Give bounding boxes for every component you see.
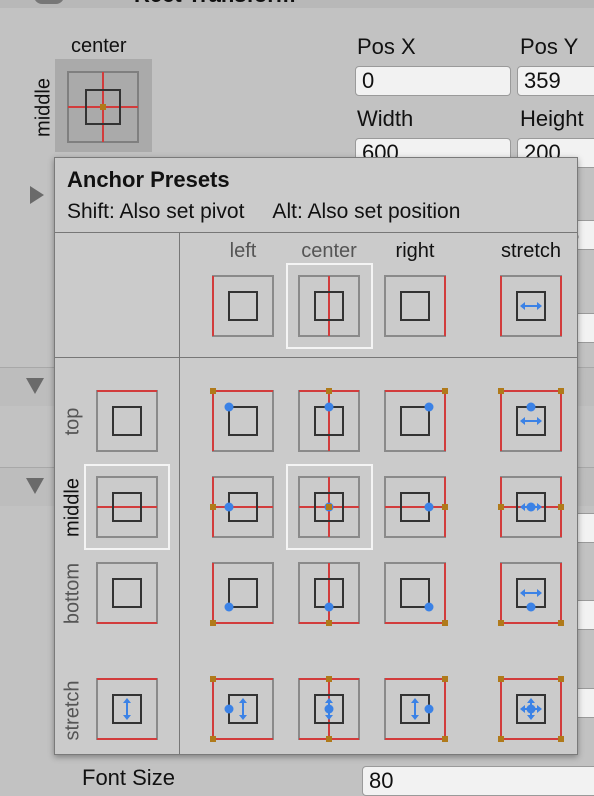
component-title: Rect Transform xyxy=(134,0,295,8)
pos-y-field[interactable]: 359 xyxy=(517,66,594,96)
preset-h-left[interactable] xyxy=(212,275,274,337)
preset-v-middle[interactable] xyxy=(96,476,158,538)
preset-bottom-stretch[interactable] xyxy=(498,562,564,626)
preset-middle-right[interactable] xyxy=(384,476,448,538)
preset-middle-center[interactable] xyxy=(298,476,360,538)
foldout-icon[interactable] xyxy=(34,0,64,4)
preset-middle-left[interactable] xyxy=(210,476,274,538)
anchor-presets-popup: Anchor Presets Shift: Also set pivot Alt… xyxy=(54,157,578,755)
preset-stretch-center[interactable] xyxy=(298,676,360,742)
preset-middle-stretch[interactable] xyxy=(498,476,564,538)
width-label: Width xyxy=(357,106,414,131)
foldout-down-icon-2[interactable] xyxy=(26,478,44,494)
anchor-icon xyxy=(67,71,139,143)
preset-bottom-right[interactable] xyxy=(384,562,448,626)
foldout-down-icon[interactable] xyxy=(26,378,44,394)
preset-h-stretch[interactable] xyxy=(500,275,562,337)
preset-stretch-right[interactable] xyxy=(384,676,448,742)
anchor-h-label: center xyxy=(71,35,127,57)
preset-bottom-center[interactable] xyxy=(298,562,360,626)
anchor-v-label: middle xyxy=(32,78,55,137)
preset-top-center[interactable] xyxy=(298,388,360,452)
foldout-arrow-icon[interactable] xyxy=(30,186,44,204)
preset-stretch-stretch[interactable] xyxy=(498,676,564,742)
preset-top-left[interactable] xyxy=(210,388,274,452)
font-size-field[interactable]: 80 xyxy=(362,766,594,796)
preset-top-right[interactable] xyxy=(384,388,448,452)
component-header[interactable]: Rect Transform xyxy=(0,0,594,8)
preset-stretch-left[interactable] xyxy=(210,676,274,742)
pos-y-label: Pos Y xyxy=(520,34,579,59)
preset-bottom-left[interactable] xyxy=(210,562,274,626)
pos-x-label: Pos X xyxy=(357,34,416,59)
height-label: Height xyxy=(520,106,584,131)
preset-v-stretch[interactable] xyxy=(96,678,158,740)
anchor-preset-button[interactable] xyxy=(55,59,152,152)
preset-grid xyxy=(96,275,564,742)
preset-top-stretch[interactable] xyxy=(498,388,564,452)
preset-v-top[interactable] xyxy=(96,390,158,452)
font-size-label: Font Size xyxy=(82,765,175,790)
preset-h-center[interactable] xyxy=(298,275,360,337)
preset-h-right[interactable] xyxy=(384,275,446,337)
preset-v-bottom[interactable] xyxy=(96,562,158,624)
pos-x-field[interactable]: 0 xyxy=(355,66,511,96)
